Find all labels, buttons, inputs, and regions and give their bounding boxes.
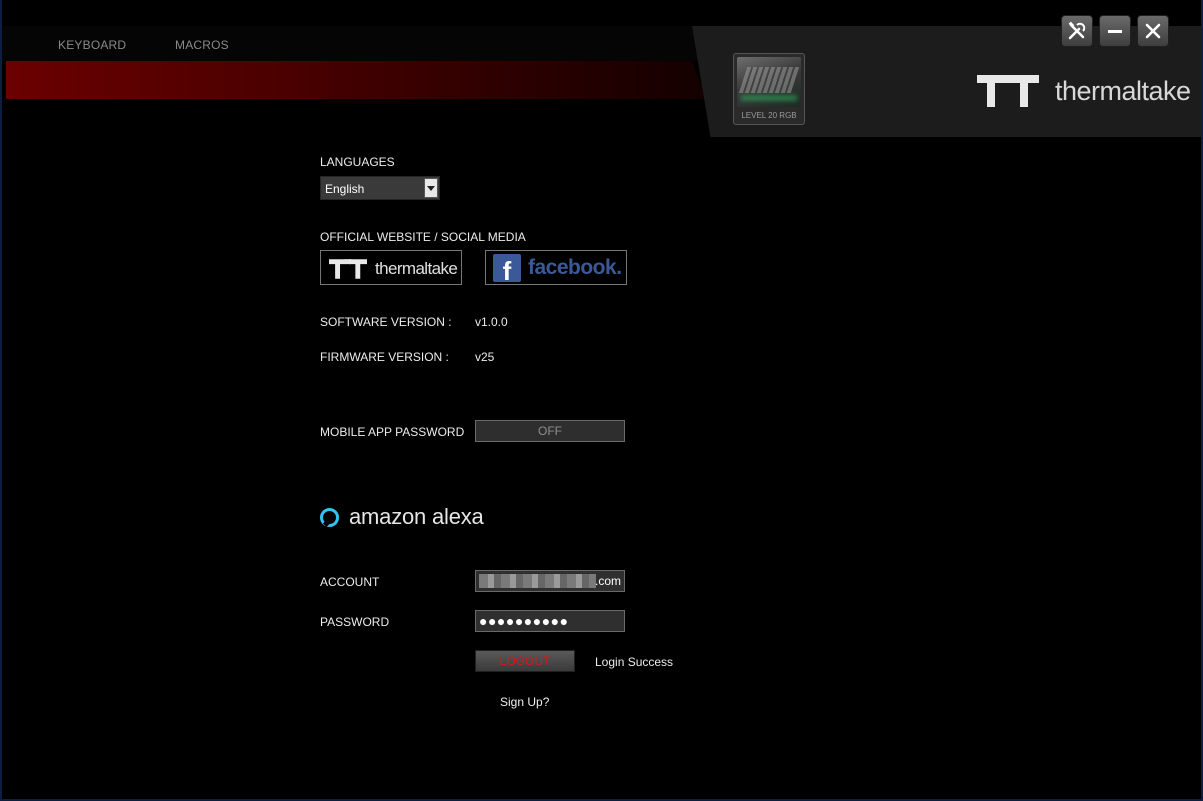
thermaltake-mark-icon [329,259,367,279]
redacted-email-mask [479,574,596,588]
minimize-button[interactable] [1099,15,1131,47]
software-version-value: v1.0.0 [475,315,508,329]
close-icon [1145,23,1161,39]
languages-label: LANGUAGES [320,155,395,169]
thermaltake-link-text: thermaltake [375,259,458,278]
signup-link[interactable]: Sign Up? [500,695,549,709]
device-thumbnail[interactable]: LEVEL 20 RGB [733,53,805,125]
account-field[interactable]: .com [475,570,625,592]
language-value: English [325,182,365,196]
alexa-ring-icon [320,507,339,527]
alexa-brand-text: amazon alexa [349,504,484,529]
chevron-down-icon[interactable] [424,178,438,198]
firmware-version-label: FIRMWARE VERSION : [320,350,449,364]
password-mask: ●●●●●●●●●● [479,613,569,629]
thermaltake-mark-icon [977,75,1039,107]
tab-macros[interactable]: MACROS [175,38,229,52]
mobile-app-password-toggle[interactable]: OFF [475,420,625,442]
account-suffix: .com [594,574,621,588]
facebook-link-text: facebook [528,256,622,280]
account-label: ACCOUNT [320,575,380,589]
software-version-label: SOFTWARE VERSION : [320,315,452,329]
facebook-link[interactable]: f facebook [485,250,627,285]
device-label: LEVEL 20 RGB [741,111,797,120]
login-status: Login Success [595,655,674,669]
password-field[interactable]: ●●●●●●●●●● [475,610,625,632]
settings-tools-button[interactable] [1061,15,1093,47]
app-window: KEYBOARD MACROS LEVEL 20 RGB thermaltake… [0,0,1203,801]
thermaltake-wordmark: thermaltake [1055,75,1191,106]
firmware-version-value: v25 [475,350,495,364]
keyboard-image [737,57,801,107]
thermaltake-logo: thermaltake [977,74,1191,108]
amazon-alexa-logo: amazon alexa [320,504,484,530]
mobile-app-password-label: MOBILE APP PASSWORD [320,425,465,439]
language-select[interactable]: English [320,176,440,200]
facebook-icon: f [493,254,521,282]
social-media-label: OFFICIAL WEBSITE / SOCIAL MEDIA [320,230,526,244]
logout-button[interactable]: LOGOUT [475,650,575,672]
tab-keyboard[interactable]: KEYBOARD [58,38,126,52]
header-red-bar [6,61,706,99]
thermaltake-website-link[interactable]: thermaltake [320,250,462,285]
password-label: PASSWORD [320,615,390,629]
close-button[interactable] [1137,15,1169,47]
tools-icon [1068,21,1086,40]
minimize-icon [1108,30,1122,33]
